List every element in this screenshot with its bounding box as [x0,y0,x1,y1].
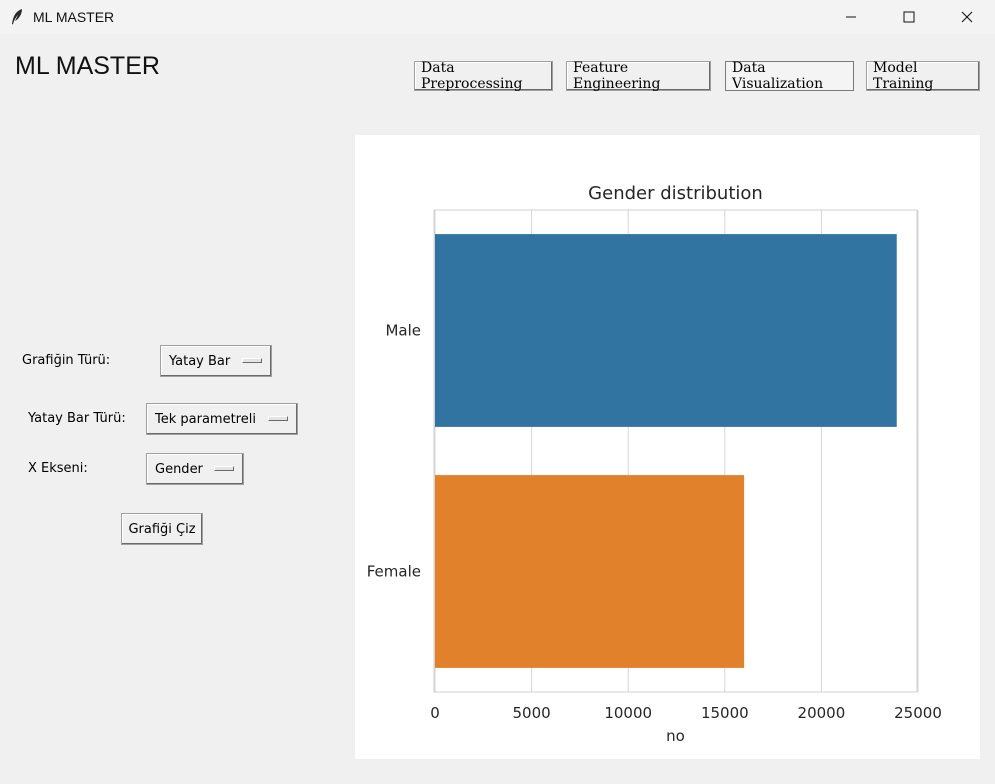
y-tick-label-female: Female [367,563,421,581]
dropdown-indicator-icon [242,358,262,363]
chart-type-select[interactable]: Yatay Bar [160,345,272,377]
bar-type-label: Yatay Bar Türü: [28,411,126,426]
bar-chart: Male Female 0 5000 10000 15000 20000 25000 Gende… [367,183,942,745]
x-tick-label-4: 20000 [798,704,846,722]
y-tick-label-male: Male [385,322,421,340]
close-button[interactable] [938,0,995,34]
chart-type-value: Yatay Bar [169,353,231,369]
feather-icon [12,9,22,25]
plot-chart-button[interactable]: Grafiği Çiz [121,513,203,545]
bar-male [435,234,897,427]
x-axis-title: no [666,727,685,745]
close-icon [961,11,973,23]
minimize-icon [846,16,856,18]
bar-type-select[interactable]: Tek parametreli [146,403,298,435]
chart-panel: Male Female 0 5000 10000 15000 20000 25000 Gende… [355,135,980,759]
tab-data-visualization[interactable]: Data Visualization [725,60,854,92]
bar-type-value: Tek parametreli [155,411,256,427]
maximize-button[interactable] [880,0,938,34]
chart-title: Gender distribution [588,183,763,204]
window-title: ML MASTER [33,9,115,25]
x-tick-label-1: 5000 [513,704,551,722]
x-tick-label-3: 15000 [701,704,749,722]
tab-feature-engineering[interactable]: Feature Engineering [566,60,711,92]
app-title: ML MASTER [15,52,160,80]
tab-model-training[interactable]: Model Training [866,60,980,92]
x-tick-label-5: 25000 [894,704,942,722]
x-tick-label-0: 0 [430,704,440,722]
minimize-button[interactable] [822,0,880,34]
x-tick-label-2: 10000 [604,704,652,722]
x-axis-value: Gender [155,461,203,477]
window-titlebar: ML MASTER [0,0,995,34]
bar-female [435,475,745,668]
tab-data-preprocessing[interactable]: Data Preprocessing [414,60,553,92]
chart-type-label: Grafiğin Türü: [22,353,111,368]
dropdown-indicator-icon [214,466,234,471]
maximize-icon [903,11,915,23]
dropdown-indicator-icon [268,416,288,421]
x-axis-select[interactable]: Gender [146,453,244,485]
x-axis-label: X Ekseni: [28,461,88,476]
